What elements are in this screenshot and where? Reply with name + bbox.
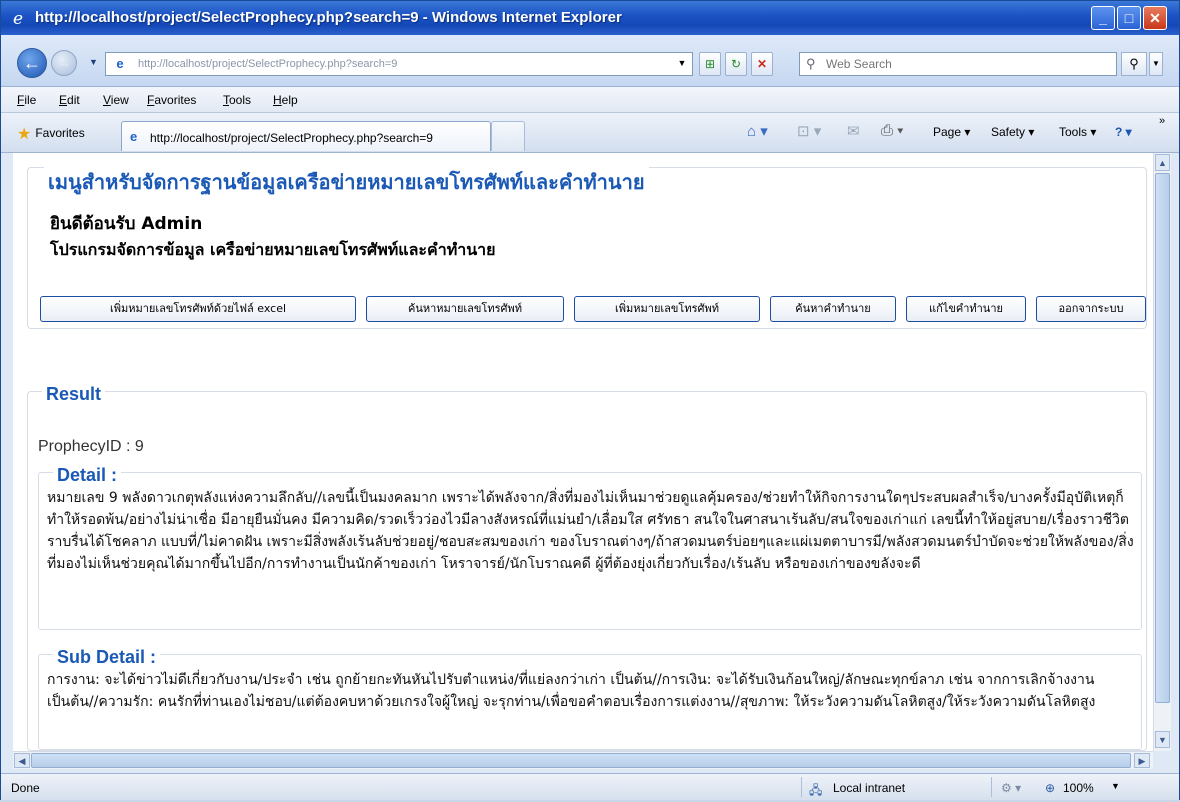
tools-menu-label: Tools — [1059, 125, 1088, 139]
welcome-text: ยินดีต้อนรับ Admin — [50, 214, 203, 234]
search-icon: ⚲ — [806, 56, 816, 71]
address-url[interactable]: http://localhost/project/SelectProphecy.… — [138, 58, 397, 70]
add-phone-button[interactable]: เพิ่มหมายเลขโทรศัพท์ — [574, 296, 760, 322]
svg-text:e: e — [13, 9, 23, 27]
edit-prophecy-button[interactable]: แก้ไขคำทำนาย — [906, 296, 1026, 322]
maximize-button[interactable]: □ — [1117, 6, 1141, 30]
status-bar: Done 🖧 Local intranet ⚙ ▾ ⊕ 100% ▼ — [1, 773, 1179, 800]
zoom-icon: ⊕ — [1045, 781, 1056, 795]
logout-button[interactable]: ออกจากระบบ — [1036, 296, 1146, 322]
program-title: โปรแกรมจัดการข้อมูล เครือข่ายหมายเลขโทรศ… — [50, 240, 496, 259]
result-heading: Result — [42, 384, 106, 405]
address-dropdown-icon[interactable]: ▼ — [671, 52, 693, 76]
detail-heading: Detail : — [53, 465, 122, 486]
search-go-button[interactable]: ⚲ — [1121, 52, 1147, 76]
menu-tools[interactable]: Tools — [223, 93, 251, 107]
favorites-tab-bar: ★ Favorites e http://localhost/project/Se… — [1, 113, 1179, 153]
new-tab-button[interactable] — [491, 121, 525, 151]
safety-menu[interactable]: Safety ▾ — [991, 125, 1034, 139]
subdetail-heading: Sub Detail : — [53, 647, 161, 668]
page-icon: e — [116, 56, 124, 71]
menu-bar: File Edit View Favorites Tools Help — [1, 87, 1179, 113]
search-box[interactable]: ⚲ — [799, 52, 1117, 76]
address-toolbar: ← → ▼ e http://localhost/project/SelectP… — [1, 35, 1179, 87]
zoom-level[interactable]: 100% — [1063, 781, 1094, 795]
favorites-star-icon: ★ — [17, 126, 32, 143]
tab-page-icon: e — [130, 129, 138, 144]
search-prophecy-button[interactable]: ค้นหาคำทำนาย — [770, 296, 896, 322]
vertical-scroll-thumb[interactable] — [1155, 173, 1170, 703]
address-bar[interactable]: e http://localhost/project/SelectProphec… — [105, 52, 693, 76]
chevron-more-icon[interactable]: » — [1159, 115, 1165, 127]
window-title: http://localhost/project/SelectProphecy.… — [35, 9, 622, 26]
home-icon[interactable]: ⌂ ▾ — [747, 122, 768, 140]
scroll-down-icon[interactable]: ▼ — [1155, 731, 1170, 748]
detail-text: หมายเลข 9 พลังดาวเกตุพลังแห่งความลึกลับ/… — [47, 490, 1134, 572]
compatibility-icon[interactable]: ⊞ — [699, 52, 721, 76]
favorites-button[interactable]: ★ Favorites — [17, 124, 85, 144]
prophecy-id: ProphecyID : 9 — [38, 438, 144, 455]
ie-logo-icon: e — [13, 9, 23, 27]
horizontal-scrollbar[interactable]: ◀ ▶ — [13, 751, 1153, 769]
safety-menu-label: Safety — [991, 125, 1026, 139]
subdetail-text: การงาน: จะได้ข่าวไม่ดีเกี่ยวกับงาน/ประจำ… — [47, 672, 1096, 710]
detail-fieldset: Detail : หมายเลข 9 พลังดาวเกตุพลังแห่งคว… — [38, 465, 1142, 630]
search-input[interactable] — [826, 56, 1106, 72]
menu-heading: เมนูสำหรับจัดการฐานข้อมูลเครือข่ายหมายเล… — [44, 166, 649, 198]
status-text: Done — [11, 781, 40, 795]
protected-mode-icon[interactable]: ⚙ ▾ — [1001, 781, 1021, 795]
close-button[interactable]: ✕ — [1143, 6, 1167, 30]
page-menu-label: Page — [933, 125, 962, 139]
browser-tab[interactable]: e http://localhost/project/SelectProphec… — [121, 121, 491, 151]
zoom-dropdown-icon[interactable]: ▼ — [1111, 781, 1120, 791]
refresh-icon[interactable]: ↻ — [725, 52, 747, 76]
status-separator — [991, 777, 992, 797]
forward-button[interactable]: → — [51, 50, 77, 76]
recent-pages-dropdown-icon[interactable]: ▼ — [89, 57, 98, 67]
favorites-label: Favorites — [35, 126, 85, 140]
menu-edit[interactable]: Edit — [59, 93, 80, 107]
title-bar[interactable]: e http://localhost/project/SelectProphec… — [1, 1, 1179, 35]
minimize-button[interactable]: _ — [1091, 6, 1115, 30]
intranet-zone-icon: 🖧 — [809, 783, 823, 797]
status-separator — [801, 777, 802, 797]
scroll-left-icon[interactable]: ◀ — [14, 753, 30, 768]
menu-favorites[interactable]: Favorites — [147, 93, 196, 107]
page-menu[interactable]: Page ▾ — [933, 125, 970, 139]
menu-view[interactable]: View — [103, 93, 129, 107]
zone-label[interactable]: Local intranet — [833, 781, 905, 795]
help-icon[interactable]: ? ▾ — [1115, 125, 1132, 139]
scroll-right-icon[interactable]: ▶ — [1134, 753, 1150, 768]
feeds-icon[interactable]: ⊡ ▾ — [797, 122, 821, 140]
tab-label: http://localhost/project/SelectProphecy.… — [150, 131, 433, 145]
back-button[interactable]: ← — [17, 48, 47, 78]
stop-icon[interactable]: ✕ — [751, 52, 773, 76]
browser-window: e http://localhost/project/SelectProphec… — [0, 0, 1180, 800]
search-options-dropdown-icon[interactable]: ▼ — [1149, 52, 1163, 76]
menu-help[interactable]: Help — [273, 93, 298, 107]
page-content: เมนูสำหรับจัดการฐานข้อมูลเครือข่ายหมายเล… — [13, 153, 1159, 751]
subdetail-fieldset: Sub Detail : การงาน: จะได้ข่าวไม่ดีเกี่ย… — [38, 647, 1142, 750]
print-icon[interactable]: ⎙ ▾ — [881, 122, 903, 139]
read-mail-icon[interactable]: ✉ — [847, 122, 860, 140]
menu-fieldset: เมนูสำหรับจัดการฐานข้อมูลเครือข่ายหมายเล… — [27, 166, 1147, 329]
menu-file[interactable]: File — [17, 93, 36, 107]
result-fieldset: Result ProphecyID : 9 Detail : หมายเลข 9… — [27, 384, 1147, 751]
scroll-up-icon[interactable]: ▲ — [1155, 154, 1170, 171]
vertical-scrollbar[interactable]: ▲ ▼ — [1153, 153, 1171, 751]
add-phone-excel-button[interactable]: เพิ่มหมายเลขโทรศัพท์ด้วยไฟล์ excel — [40, 296, 356, 322]
tools-menu[interactable]: Tools ▾ — [1059, 125, 1096, 139]
horizontal-scroll-thumb[interactable] — [31, 753, 1131, 768]
search-phone-button[interactable]: ค้นหาหมายเลขโทรศัพท์ — [366, 296, 564, 322]
